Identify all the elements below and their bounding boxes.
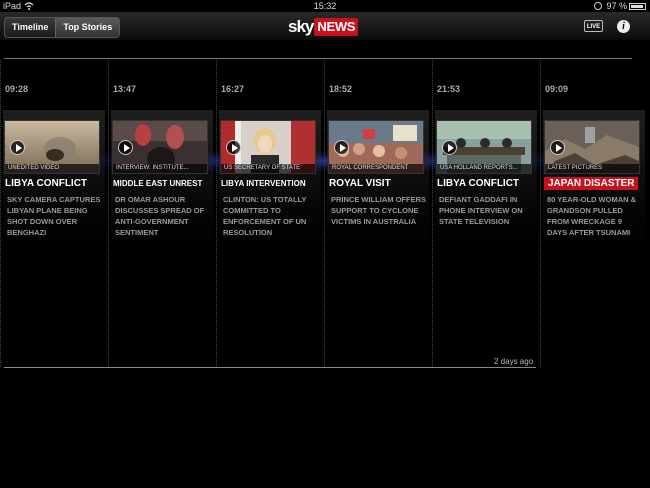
thumbnail-caption: LATEST PICTURES bbox=[545, 164, 639, 173]
story-time: 21:53 bbox=[437, 84, 461, 94]
tab-timeline[interactable]: Timeline bbox=[5, 18, 55, 37]
story-summary[interactable]: 80 YEAR-OLD WOMAN & GRANDSON PULLED FROM… bbox=[547, 194, 643, 238]
clock: 15:32 bbox=[313, 1, 337, 11]
timeline-column: 13:47 INTERVIEW: INSTITUTE... MIDDLE EAS… bbox=[108, 60, 215, 367]
story-thumbnail[interactable]: US SECRETARY OF STATE bbox=[220, 120, 316, 174]
thumbnail-caption: US SECRETARY OF STATE bbox=[221, 164, 315, 173]
story-thumbnail[interactable]: INTERVIEW: INSTITUTE... bbox=[112, 120, 208, 174]
play-icon[interactable] bbox=[10, 140, 25, 155]
status-bar: iPad 15:32 97 % bbox=[0, 0, 650, 12]
play-icon[interactable] bbox=[334, 140, 349, 155]
story-time: 09:28 bbox=[5, 84, 29, 94]
story-time: 18:52 bbox=[329, 84, 353, 94]
sky-news-logo: sky NEWS bbox=[288, 17, 359, 37]
story-headline[interactable]: ROYAL VISIT bbox=[329, 177, 429, 190]
thumbnail-caption: USA HOLLAND REPORTS... bbox=[437, 164, 531, 173]
battery-percent: 97 % bbox=[606, 1, 627, 11]
thumbnail-caption: INTERVIEW: INSTITUTE... bbox=[113, 164, 207, 173]
timeline-date-label: 2 days ago bbox=[494, 357, 534, 366]
battery-icon bbox=[629, 3, 646, 11]
story-thumbnail[interactable]: ROYAL CORRESPONDENT bbox=[328, 120, 424, 174]
story-summary[interactable]: DEFIANT GADDAFI IN PHONE INTERVIEW ON ST… bbox=[439, 194, 535, 227]
story-thumbnail[interactable]: USA HOLLAND REPORTS... bbox=[436, 120, 532, 174]
timeline-column: 18:52 ROYAL CORRESPONDENT ROYAL VISIT PR… bbox=[324, 60, 431, 367]
story-headline[interactable]: LIBYA CONFLICT bbox=[437, 177, 537, 190]
story-time: 16:27 bbox=[221, 84, 245, 94]
navigation-bar: Timeline Top Stories sky NEWS LIVE i bbox=[0, 12, 650, 41]
timeline-top-rule bbox=[4, 58, 632, 59]
tab-top-stories[interactable]: Top Stories bbox=[55, 18, 120, 37]
timeline-bottom-rule bbox=[4, 367, 536, 368]
story-headline[interactable]: LIBYA CONFLICT bbox=[5, 177, 105, 190]
live-tv-button[interactable]: LIVE bbox=[584, 20, 603, 32]
story-time: 09:09 bbox=[545, 84, 569, 94]
story-headline[interactable]: MIDDLE EAST UNREST bbox=[113, 177, 213, 190]
story-summary[interactable]: DR OMAR ASHOUR DISCUSSES SPREAD OF ANTI-… bbox=[115, 194, 211, 238]
story-headline[interactable]: LIBYA INTERVENTION bbox=[221, 177, 321, 190]
battery-status: 97 % bbox=[606, 0, 646, 12]
rotation-lock-icon bbox=[594, 2, 602, 10]
logo-sky-text: sky bbox=[288, 17, 314, 36]
timeline-column: 21:53 USA HOLLAND REPORTS... LIBYA CONFL… bbox=[432, 60, 539, 367]
view-switcher: Timeline Top Stories bbox=[4, 17, 121, 38]
story-thumbnail[interactable]: UNEDITED VIDEO bbox=[4, 120, 100, 174]
timeline-column: 09:28 UNEDITED VIDEO LIBYA CONFLICT SKY … bbox=[0, 60, 107, 367]
story-time: 13:47 bbox=[113, 84, 137, 94]
thumbnail-caption: ROYAL CORRESPONDENT bbox=[329, 164, 423, 173]
play-icon[interactable] bbox=[442, 140, 457, 155]
timeline-column: 16:27 US SECRETARY OF STATE LIBYA INTERV… bbox=[216, 60, 323, 367]
play-icon[interactable] bbox=[118, 140, 133, 155]
story-headline[interactable]: JAPAN DISASTER bbox=[544, 177, 638, 190]
thumbnail-caption: UNEDITED VIDEO bbox=[5, 164, 99, 173]
logo-news-text: NEWS bbox=[314, 18, 359, 36]
play-icon[interactable] bbox=[226, 140, 241, 155]
play-icon[interactable] bbox=[550, 140, 565, 155]
story-thumbnail[interactable]: LATEST PICTURES bbox=[544, 120, 640, 174]
story-summary[interactable]: SKY CAMERA CAPTURES LIBYAN PLANE BEING S… bbox=[7, 194, 103, 238]
story-summary[interactable]: PRINCE WILLIAM OFFERS SUPPORT TO CYCLONE… bbox=[331, 194, 427, 227]
timeline-column: 09:09 LATEST PICTURES JAPAN DISASTER 80 … bbox=[540, 60, 647, 367]
story-summary[interactable]: CLINTON: US TOTALLY COMMITTED TO ENFORCE… bbox=[223, 194, 319, 238]
info-icon[interactable]: i bbox=[617, 20, 630, 33]
